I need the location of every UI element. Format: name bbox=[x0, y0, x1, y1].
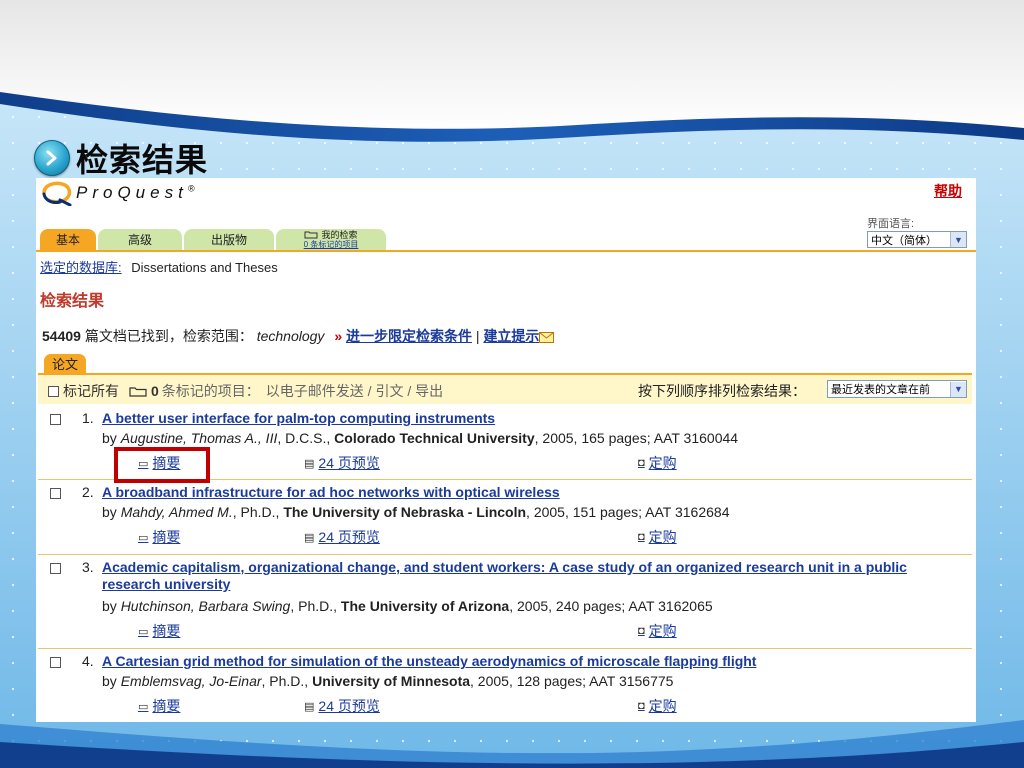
result-title-link[interactable]: A broadband infrastructure for ad hoc ne… bbox=[102, 484, 968, 501]
order-icon: ◘ bbox=[638, 625, 645, 637]
selected-database-value: Dissertations and Theses bbox=[131, 260, 278, 275]
sort-value: 最近发表的文章在前 bbox=[831, 384, 930, 396]
selected-database-link[interactable]: 选定的数据库: bbox=[40, 260, 122, 275]
results-heading: 检索结果 bbox=[40, 291, 105, 310]
abstract-highlight-box bbox=[114, 447, 210, 483]
abstract-icon: ▭ bbox=[138, 531, 149, 544]
result-author: Augustine, Thomas A., III bbox=[120, 430, 278, 446]
tab-advanced[interactable]: 高级 bbox=[98, 229, 182, 250]
result-index: 3. bbox=[82, 559, 94, 575]
slide-title-area: 检索结果 bbox=[34, 138, 209, 179]
result-index: 1. bbox=[82, 410, 94, 426]
order-icon: ◘ bbox=[638, 457, 645, 469]
result-title-link[interactable]: A Cartesian grid method for simulation o… bbox=[102, 653, 968, 670]
order-link[interactable]: ◘ 定购 bbox=[638, 453, 677, 473]
order-icon: ◘ bbox=[638, 700, 645, 712]
selected-database: 选定的数据库: Dissertations and Theses bbox=[40, 257, 278, 276]
separator: | bbox=[475, 328, 480, 344]
result-count-line: 54409 篇文档已找到，检索范围： technology » 进一步限定检索条… bbox=[42, 326, 555, 346]
result-school: The University of Nebraska - Lincoln bbox=[283, 504, 527, 520]
tab-divider bbox=[36, 250, 976, 252]
mark-all-label[interactable]: 标记所有 bbox=[63, 381, 119, 401]
search-tabs: 基本 高级 出版物 我的检索 0 条标记的项目 bbox=[40, 228, 388, 250]
result-checkbox[interactable] bbox=[50, 657, 61, 668]
export-actions: 以电子邮件发送 / 引文 / 导出 bbox=[265, 383, 444, 399]
abstract-link[interactable]: ▭ 摘要 bbox=[138, 696, 180, 716]
result-byline: by Mahdy, Ahmed M., Ph.D., The Universit… bbox=[102, 504, 730, 520]
slide-title: 检索结果 bbox=[76, 141, 209, 179]
proquest-results-page: ProQuest® 帮助 界面语言: 中文（简体） ▼ 基本 高级 出版物 我的… bbox=[36, 178, 976, 722]
proquest-logo[interactable]: ProQuest® bbox=[40, 180, 194, 206]
result-school: The University of Arizona bbox=[340, 598, 510, 614]
ui-language-value: 中文（简体） bbox=[871, 234, 937, 247]
order-icon: ◘ bbox=[638, 531, 645, 543]
abstract-link[interactable]: ▭ 摘要 bbox=[138, 527, 180, 547]
help-link[interactable]: 帮助 bbox=[934, 181, 962, 201]
result-count: 54409 bbox=[42, 328, 81, 344]
abstract-icon: ▭ bbox=[138, 700, 149, 713]
result-school: University of Minnesota bbox=[312, 673, 471, 689]
tab-publications[interactable]: 出版物 bbox=[184, 229, 274, 250]
envelope-icon[interactable] bbox=[539, 331, 555, 343]
sort-label: 按下列顺序排列检索结果： bbox=[638, 383, 806, 399]
mark-all-checkbox[interactable] bbox=[48, 385, 59, 397]
folder-icon bbox=[129, 387, 147, 397]
document-icon: ▤ bbox=[304, 531, 315, 544]
ui-language-select[interactable]: 中文（简体） ▼ bbox=[867, 231, 967, 248]
result-index: 4. bbox=[82, 653, 94, 669]
result-byline: by Augustine, Thomas A., III, D.C.S., Co… bbox=[102, 430, 739, 446]
result-index: 2. bbox=[82, 484, 94, 500]
result-school: Colorado Technical University bbox=[334, 430, 535, 446]
tab-basic[interactable]: 基本 bbox=[40, 229, 96, 250]
arrow-bullet-icon bbox=[34, 140, 70, 176]
logo-text: ProQuest® bbox=[76, 183, 195, 202]
order-link[interactable]: ◘ 定购 bbox=[638, 527, 677, 547]
tab-my-search[interactable]: 我的检索 0 条标记的项目 bbox=[276, 229, 386, 250]
mark-controls: 标记所有 0 条标记的项目： 以电子邮件发送 / 引文 / 导出 bbox=[48, 381, 443, 401]
tab-dissertations[interactable]: 论文 bbox=[44, 354, 86, 373]
result-title-link[interactable]: A better user interface for palm-top com… bbox=[102, 410, 968, 427]
marked-items-text: 条标记的项目： bbox=[161, 383, 260, 399]
result-row: 2. A broadband infrastructure for ad hoc… bbox=[38, 480, 972, 555]
result-author: Hutchinson, Barbara Swing bbox=[120, 598, 291, 614]
result-title-link[interactable]: Academic capitalism, organizational chan… bbox=[102, 559, 968, 593]
my-search-label: 我的检索 bbox=[321, 229, 358, 240]
result-author: Mahdy, Ahmed M. bbox=[120, 504, 233, 520]
marked-items-link[interactable]: 0 条标记的项目 bbox=[304, 240, 359, 250]
result-author: Emblemsvag, Jo-Einar bbox=[120, 673, 262, 689]
result-checkbox[interactable] bbox=[50, 563, 61, 574]
preview-link[interactable]: ▤ 24 页预览 bbox=[304, 696, 380, 716]
abstract-link[interactable]: ▭ 摘要 bbox=[138, 621, 180, 641]
result-row: 4. A Cartesian grid method for simulatio… bbox=[38, 649, 972, 722]
result-count-text: 篇文档已找到，检索范围： bbox=[84, 328, 253, 344]
result-byline: by Emblemsvag, Jo-Einar, Ph.D., Universi… bbox=[102, 673, 674, 689]
refine-search-link[interactable]: 进一步限定检索条件 bbox=[346, 328, 472, 344]
document-icon: ▤ bbox=[304, 700, 315, 713]
results-toolbar: 标记所有 0 条标记的项目： 以电子邮件发送 / 引文 / 导出 按下列顺序排列… bbox=[38, 373, 972, 404]
result-checkbox[interactable] bbox=[50, 414, 61, 425]
abstract-icon: ▭ bbox=[138, 625, 149, 638]
sort-select[interactable]: 最近发表的文章在前 ▼ bbox=[827, 380, 967, 398]
marked-count: 0 bbox=[151, 383, 159, 399]
ui-language-label: 界面语言: bbox=[867, 218, 915, 230]
result-byline: by Hutchinson, Barbara Swing, Ph.D., The… bbox=[102, 598, 713, 614]
preview-link[interactable]: ▤ 24 页预览 bbox=[304, 527, 380, 547]
folder-icon bbox=[304, 231, 318, 239]
create-alert-link[interactable]: 建立提示 bbox=[483, 328, 539, 344]
search-term: technology bbox=[256, 328, 325, 344]
order-link[interactable]: ◘ 定购 bbox=[638, 621, 677, 641]
proquest-swoosh-icon bbox=[42, 181, 72, 206]
result-checkbox[interactable] bbox=[50, 488, 61, 499]
order-link[interactable]: ◘ 定购 bbox=[638, 696, 677, 716]
document-icon: ▤ bbox=[304, 457, 315, 470]
chevron-down-icon[interactable]: ▼ bbox=[950, 381, 966, 397]
chevron-down-icon[interactable]: ▼ bbox=[950, 232, 966, 247]
raquo-icon: » bbox=[334, 328, 343, 344]
preview-link[interactable]: ▤ 24 页预览 bbox=[304, 453, 380, 473]
result-row: 3. Academic capitalism, organizational c… bbox=[38, 555, 972, 649]
